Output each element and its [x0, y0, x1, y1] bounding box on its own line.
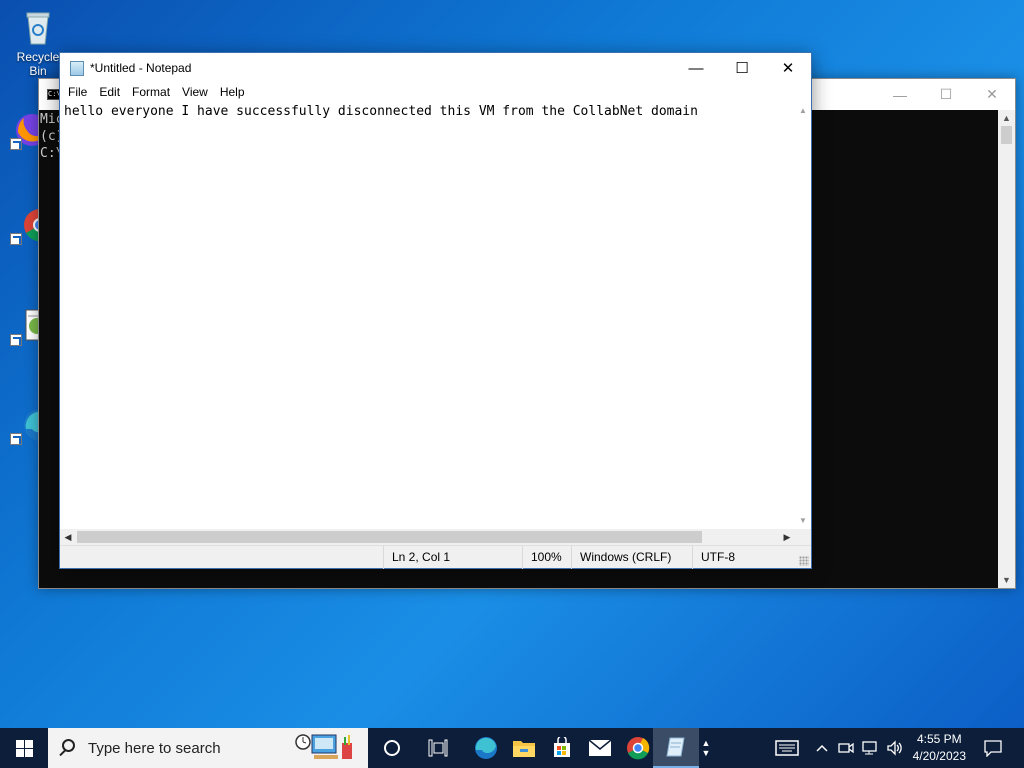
status-zoom: 100%	[522, 546, 572, 569]
chevron-up-icon[interactable]: ▲	[702, 738, 711, 748]
status-cursor-position: Ln 2, Col 1	[383, 546, 523, 569]
search-icon	[62, 739, 75, 752]
scroll-left-icon[interactable]: ◀	[60, 529, 76, 545]
menu-format[interactable]: Format	[126, 83, 176, 103]
horizontal-scroll-thumb[interactable]	[77, 531, 702, 543]
chevron-up-icon	[816, 744, 828, 752]
system-clock[interactable]: 4:55 PM 4/20/2023	[913, 731, 966, 765]
status-bar: Ln 2, Col 1 100% Windows (CRLF) UTF-8	[60, 545, 811, 569]
search-placeholder: Type here to search	[88, 740, 221, 757]
scrollbar-corner	[795, 529, 811, 545]
maximize-button[interactable]: ☐	[719, 53, 765, 83]
meet-now-icon	[838, 742, 854, 754]
menu-edit[interactable]: Edit	[93, 83, 126, 103]
cmd-scroll-up-icon[interactable]: ▲	[998, 110, 1015, 126]
text-editor-area[interactable]: hello everyone I have successfully disco…	[60, 103, 795, 529]
scroll-down-icon[interactable]: ▼	[795, 513, 811, 529]
file-explorer-icon	[513, 741, 535, 757]
chrome-icon	[627, 737, 650, 760]
task-view-icon	[428, 739, 448, 757]
cmd-scroll-down-icon[interactable]: ▼	[998, 572, 1015, 588]
volume-icon	[887, 740, 902, 756]
cmd-vertical-scrollbar[interactable]: ▲ ▼	[998, 110, 1015, 588]
shortcut-arrow-icon	[10, 433, 22, 445]
menu-file[interactable]: File	[62, 83, 93, 103]
close-button[interactable]: ✕	[765, 53, 811, 83]
taskbar-notepad-button[interactable]	[653, 728, 699, 768]
recycle-bin-icon	[18, 8, 58, 48]
cortana-button[interactable]	[369, 728, 415, 768]
action-center-button[interactable]	[978, 728, 1008, 768]
chevron-down-icon[interactable]: ▼	[702, 748, 711, 758]
resize-grip-icon[interactable]	[799, 556, 809, 566]
mail-icon	[588, 739, 612, 756]
scroll-up-icon[interactable]: ▲	[795, 103, 811, 119]
notepad-icon	[666, 737, 685, 757]
cortana-icon	[384, 740, 400, 756]
shortcut-arrow-icon	[10, 138, 22, 150]
cmd-minimize-button[interactable]: —	[877, 79, 923, 110]
tray-network-button[interactable]	[860, 728, 882, 768]
store-icon	[554, 737, 570, 757]
minimize-button[interactable]: —	[673, 53, 719, 83]
horizontal-scrollbar[interactable]: ◀ ▶	[60, 529, 795, 545]
notepad-app-icon	[70, 61, 84, 76]
notepad-window[interactable]: *Untitled - Notepad — ☐ ✕ File Edit Form…	[59, 52, 812, 569]
start-button[interactable]	[0, 728, 48, 768]
tray-keyboard-button[interactable]	[772, 728, 802, 768]
notifications-icon	[984, 740, 1002, 757]
notepad-title-bar[interactable]: *Untitled - Notepad — ☐ ✕	[60, 53, 811, 83]
vertical-scrollbar[interactable]: ▲ ▼	[795, 103, 811, 529]
tray-volume-button[interactable]	[884, 728, 906, 768]
cmd-close-button[interactable]: ✕	[969, 79, 1015, 110]
menu-bar: File Edit Format View Help	[60, 83, 811, 103]
tray-meet-now-button[interactable]	[836, 728, 856, 768]
menu-view[interactable]: View	[176, 83, 214, 103]
edge-icon	[475, 737, 497, 759]
taskbar-overflow-scroll[interactable]: ▲ ▼	[696, 728, 716, 768]
menu-help[interactable]: Help	[214, 83, 251, 103]
cmd-maximize-button[interactable]: ☐	[923, 79, 969, 110]
task-view-button[interactable]	[415, 728, 461, 768]
shortcut-arrow-icon	[10, 233, 22, 245]
scroll-right-icon[interactable]: ▶	[779, 529, 795, 545]
shortcut-arrow-icon	[10, 334, 22, 346]
window-title: *Untitled - Notepad	[90, 61, 192, 75]
cmd-scroll-thumb[interactable]	[1001, 126, 1012, 144]
status-line-ending: Windows (CRLF)	[571, 546, 693, 569]
taskbar-search-box[interactable]: Type here to search	[48, 728, 368, 768]
network-icon	[862, 741, 877, 755]
windows-logo-icon	[15, 739, 33, 757]
taskbar: Type here to search ▲ ▼ 4:55 PM 4/20/202…	[0, 728, 1024, 768]
show-hidden-icons-button[interactable]	[812, 728, 832, 768]
status-encoding: UTF-8	[692, 546, 810, 569]
search-highlight-icon	[294, 733, 364, 763]
clock-date: 4/20/2023	[912, 749, 966, 763]
clock-time: 4:55 PM	[916, 732, 962, 746]
touch-keyboard-icon	[775, 740, 799, 756]
